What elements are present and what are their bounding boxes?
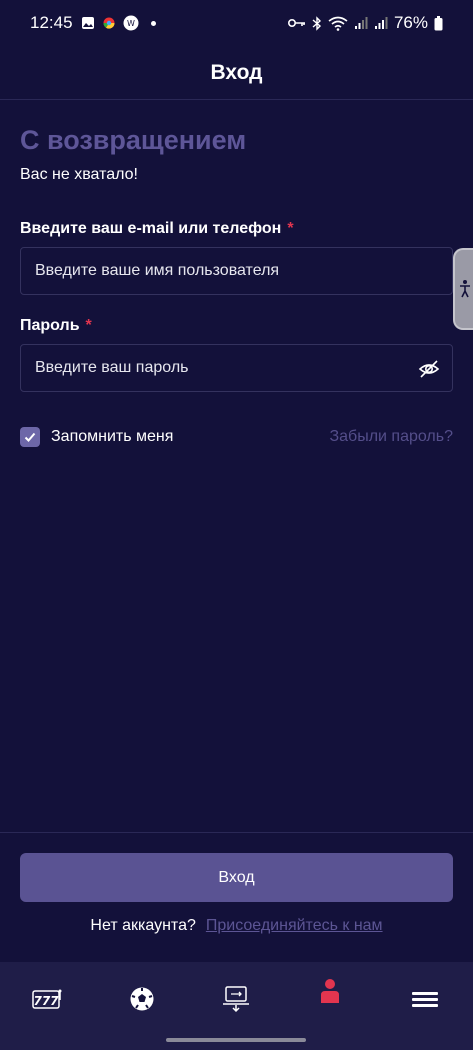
login-form: С возвращением Вас не хватало! Введите в…	[20, 100, 453, 448]
accessibility-tab[interactable]	[453, 248, 473, 330]
required-mark: *	[85, 317, 92, 334]
gallery-icon	[81, 16, 95, 30]
chrome-icon	[103, 17, 115, 29]
password-label-text: Пароль	[20, 317, 80, 334]
email-input[interactable]	[35, 262, 438, 280]
email-label-text: Введите ваш e-mail или телефон	[20, 220, 282, 237]
status-time: 12:45	[30, 13, 73, 32]
login-screen: 12:45 W 76% Вход С возвращением Вас не х…	[0, 0, 473, 1050]
accessibility-icon	[460, 280, 470, 298]
nav-profile[interactable]	[310, 974, 350, 1008]
battery-icon	[434, 15, 443, 31]
signal-icon	[354, 16, 368, 30]
signal-2-icon	[374, 16, 388, 30]
soccer-ball-icon	[130, 987, 154, 1011]
welcome-title: С возвращением	[20, 125, 247, 155]
battery-percent: 76%	[393, 13, 428, 32]
app-header: Вход	[0, 46, 473, 100]
wifi-icon	[328, 16, 348, 31]
vpn-key-icon	[287, 18, 306, 28]
status-bar: 12:45 W 76%	[0, 0, 473, 46]
forgot-password-link[interactable]: Забыли пароль?	[329, 428, 453, 446]
page-title: Вход	[210, 60, 263, 84]
menu-icon	[412, 992, 438, 1007]
email-field-box	[20, 247, 453, 295]
password-label: Пароль *	[20, 317, 453, 335]
svg-text:W: W	[127, 19, 135, 28]
join-link[interactable]: Присоединяйтесь к нам	[206, 917, 383, 935]
password-input[interactable]	[35, 359, 438, 377]
check-icon	[24, 432, 36, 442]
required-mark: *	[287, 220, 294, 237]
welcome-subtitle: Вас не хватало!	[20, 166, 138, 183]
remember-checkbox[interactable]	[20, 427, 40, 447]
app-notification-icon: W	[123, 15, 139, 31]
home-indicator[interactable]	[166, 1038, 306, 1042]
email-label: Введите ваш e-mail или телефон *	[20, 220, 453, 238]
nav-menu[interactable]	[405, 982, 445, 1016]
transfer-icon	[223, 986, 249, 1013]
bottom-nav: 777	[0, 962, 473, 1050]
remember-label: Запомнить меня	[51, 428, 174, 445]
nav-sports[interactable]	[122, 982, 162, 1016]
eye-off-icon[interactable]	[418, 358, 440, 380]
bottom-actions: Вход Нет аккаунта? Присоединяйтесь к нам	[0, 832, 473, 962]
nav-casino[interactable]: 777	[27, 982, 67, 1016]
nav-transfer[interactable]	[216, 982, 256, 1016]
more-notifications-dot	[150, 20, 156, 26]
password-field-box	[20, 344, 453, 392]
bluetooth-icon	[312, 15, 322, 31]
svg-text:777: 777	[33, 994, 59, 1008]
login-button[interactable]: Вход	[20, 853, 453, 902]
slots-777-icon: 777	[32, 989, 62, 1009]
signup-row: Нет аккаунта? Присоединяйтесь к нам	[0, 917, 473, 935]
remember-row: Запомнить меня Забыли пароль?	[20, 426, 453, 448]
profile-icon	[321, 979, 339, 1003]
no-account-text: Нет аккаунта?	[90, 917, 196, 934]
